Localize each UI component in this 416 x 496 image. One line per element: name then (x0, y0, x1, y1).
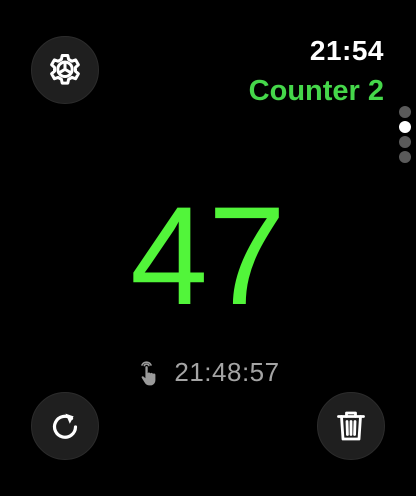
watch-screen: 21:54 Counter 2 47 21:48:57 (0, 0, 416, 496)
count-value[interactable]: 47 (0, 186, 416, 326)
last-tap-time: 21:48:57 (174, 357, 280, 387)
tap-hand-icon (141, 360, 156, 385)
page-dot (399, 151, 411, 163)
page-dot (399, 106, 411, 118)
page-dot (399, 136, 411, 148)
page-dot-active (399, 121, 411, 133)
reset-button[interactable] (31, 392, 99, 460)
counter-name: Counter 2 (248, 75, 384, 107)
last-tap-row: 21:48:57 (0, 357, 416, 388)
status-time: 21:54 (309, 35, 384, 66)
trash-icon (337, 411, 365, 441)
gear-icon (50, 54, 80, 85)
reset-arrow-icon (52, 413, 78, 439)
page-indicator[interactable] (399, 106, 413, 166)
settings-button[interactable] (31, 36, 99, 104)
delete-button[interactable] (317, 392, 385, 460)
